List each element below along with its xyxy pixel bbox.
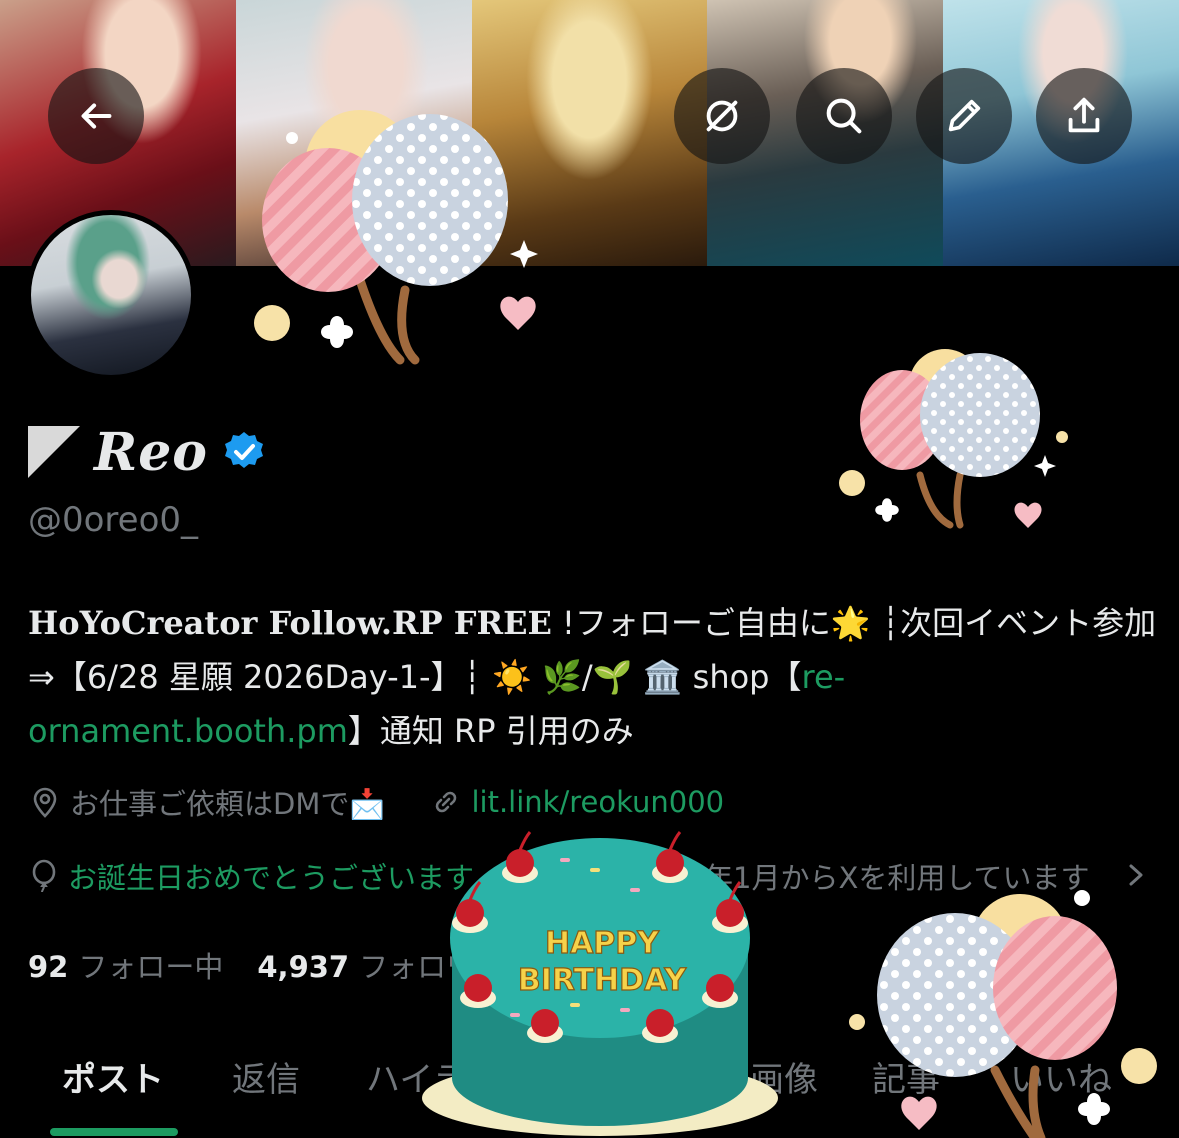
display-name: Reo bbox=[94, 421, 208, 483]
grok-button[interactable] bbox=[674, 68, 770, 164]
cake-text-happy: HAPPY bbox=[545, 926, 660, 961]
birthday-cake-decoration: HAPPY BIRTHDAY bbox=[422, 831, 778, 1136]
name-row: Reo bbox=[28, 420, 266, 484]
verified-badge-icon[interactable] bbox=[222, 430, 266, 474]
arrow-left-icon bbox=[81, 103, 112, 129]
website[interactable]: lit.link/reokun000 bbox=[429, 785, 724, 819]
following-stat[interactable]: 92 フォロー中 bbox=[28, 944, 223, 986]
pencil-icon bbox=[948, 99, 981, 132]
corner-flag-icon bbox=[28, 426, 80, 478]
share-button[interactable] bbox=[1036, 68, 1132, 164]
avatar[interactable] bbox=[26, 210, 196, 380]
avatar-photo bbox=[31, 215, 191, 375]
active-tab-indicator bbox=[50, 1128, 178, 1136]
location: お仕事ご依頼はDMで📩 bbox=[28, 781, 385, 823]
balloon-icon bbox=[32, 859, 56, 893]
location-pin-icon bbox=[33, 787, 57, 818]
balloons-decoration-1 bbox=[254, 110, 538, 365]
birthday-message: お誕生日おめでとうございます bbox=[68, 861, 475, 895]
cake-text-birthday: BIRTHDAY bbox=[518, 963, 688, 998]
meta-row: お仕事ご依頼はDMで📩 lit.link/reokun000 bbox=[28, 780, 724, 824]
handle: @0oreo0_ bbox=[28, 500, 199, 540]
balloons-decoration-2 bbox=[839, 349, 1068, 529]
balloons-decoration-3 bbox=[849, 890, 1157, 1138]
search-button[interactable] bbox=[796, 68, 892, 164]
search-icon bbox=[826, 98, 862, 134]
following-label: フォロー中 bbox=[78, 950, 224, 984]
grok-icon bbox=[706, 100, 738, 132]
link-icon bbox=[436, 791, 457, 813]
tab-replies[interactable]: 返信 bbox=[232, 1052, 300, 1101]
followers-count: 4,937 bbox=[257, 950, 350, 984]
share-icon bbox=[1068, 97, 1100, 133]
location-text: お仕事ご依頼はDMで📩 bbox=[70, 787, 386, 821]
bio-part-3: 】通知 RP 引用のみ bbox=[347, 712, 634, 750]
bio: HoYoCreator Follow.RP FREE !フォローご自由に🌟 ┆次… bbox=[28, 596, 1158, 758]
bio-part-1: HoYoCreator Follow.RP FREE bbox=[28, 604, 552, 642]
back-button[interactable] bbox=[48, 68, 144, 164]
website-link[interactable]: lit.link/reokun000 bbox=[471, 785, 724, 819]
edit-button[interactable] bbox=[916, 68, 1012, 164]
following-count: 92 bbox=[28, 950, 69, 984]
tab-posts[interactable]: ポスト bbox=[62, 1052, 164, 1101]
